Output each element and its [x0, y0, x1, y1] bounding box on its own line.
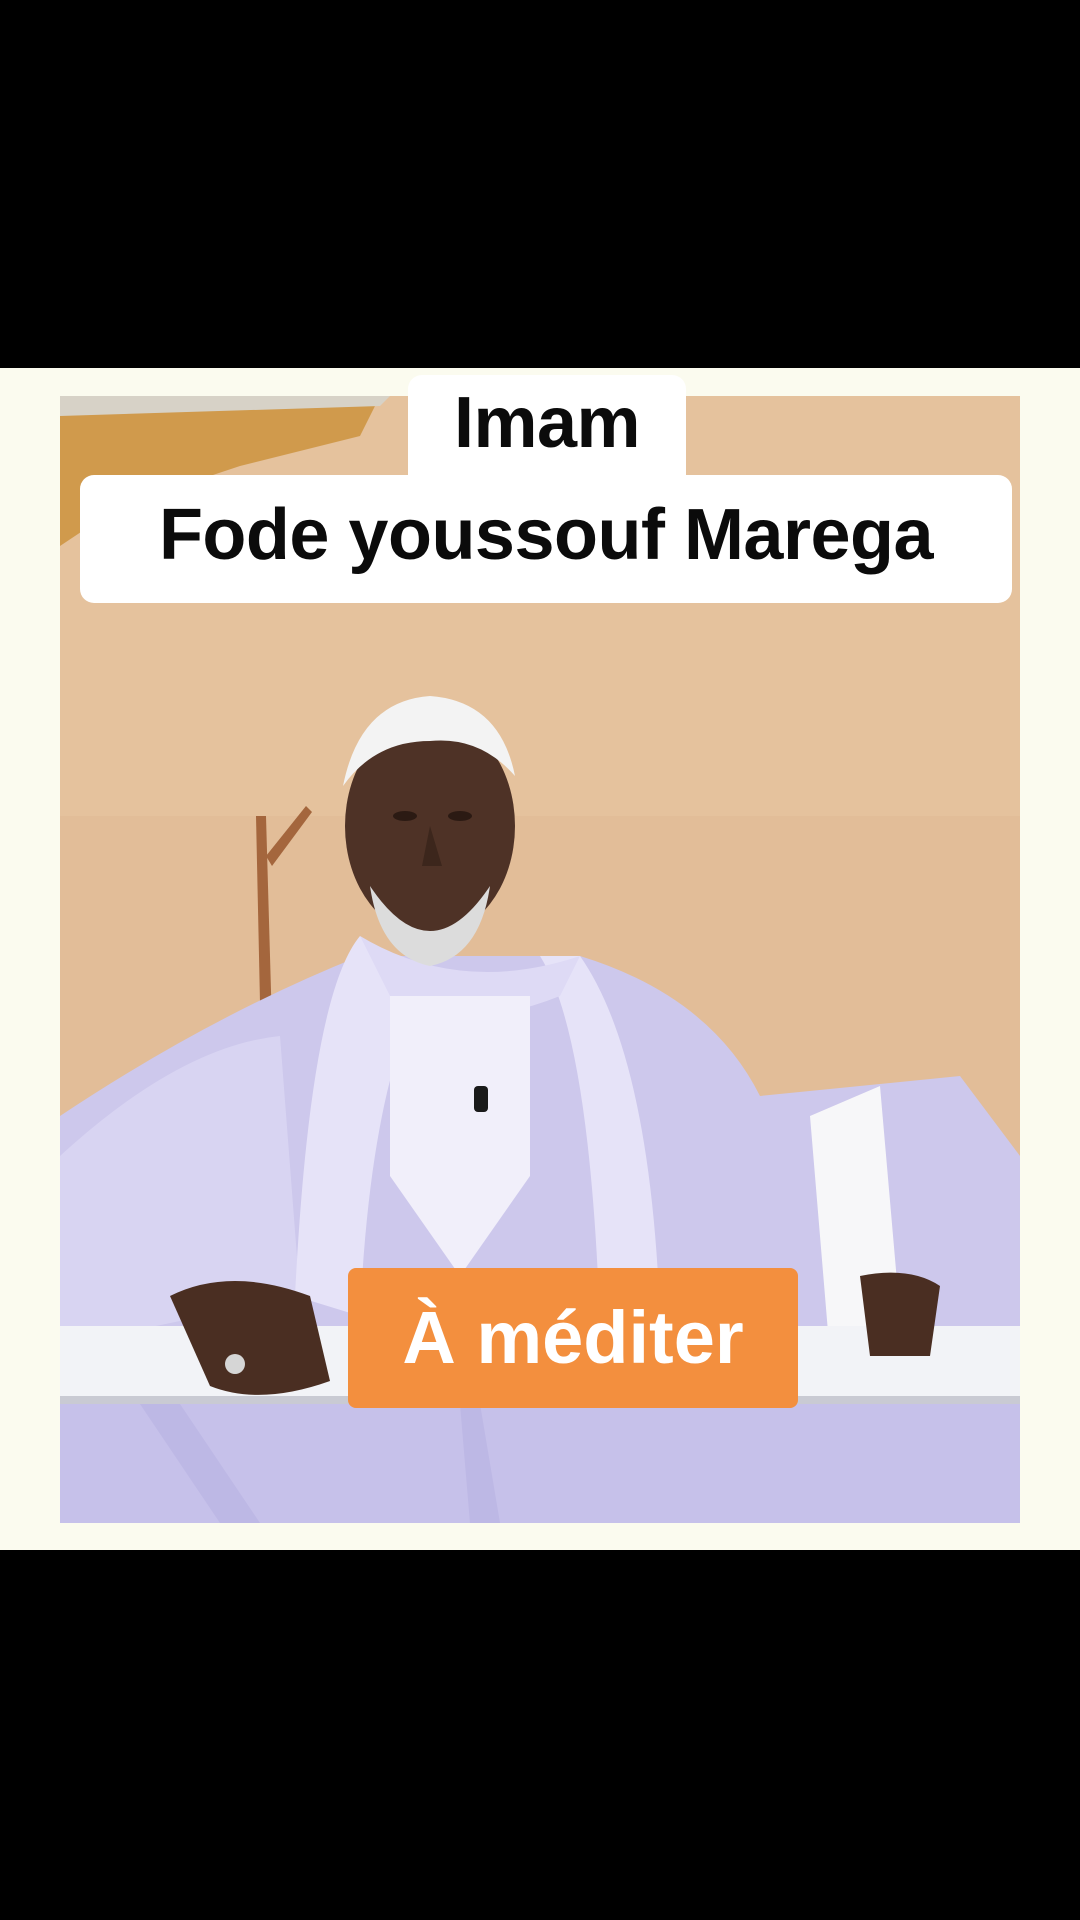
letterbox-bottom — [0, 1550, 1080, 1920]
caption-title-line-1: Imam — [408, 375, 686, 475]
meditate-badge-label: À méditer — [402, 1296, 744, 1379]
caption-title-line-2-text: Fode youssouf Marega — [158, 495, 934, 575]
caption-title-line-2: Fode youssouf Marega — [80, 475, 1012, 603]
letterbox-top — [0, 0, 1080, 368]
meditate-badge: À méditer — [348, 1268, 798, 1408]
caption-title-line-1-text: Imam — [453, 383, 641, 463]
